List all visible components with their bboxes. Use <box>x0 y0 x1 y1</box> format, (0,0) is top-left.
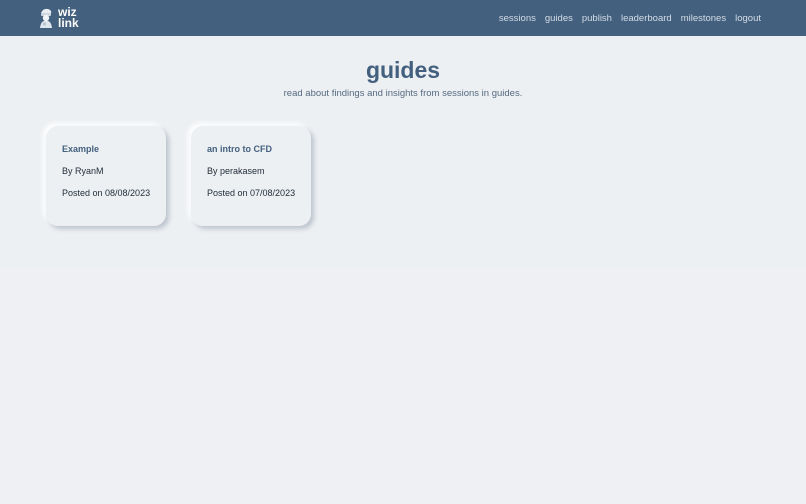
wizard-logo-icon <box>38 7 54 29</box>
navbar: wiz link sessions guides publish leaderb… <box>0 0 806 36</box>
guide-author: By perakasem <box>207 166 265 176</box>
brand-logo[interactable]: wiz link <box>38 6 79 30</box>
guide-date: Posted on 08/08/2023 <box>62 188 151 198</box>
page-subtitle: read about findings and insights from se… <box>283 88 523 99</box>
nav-link-sessions[interactable]: sessions <box>499 13 536 24</box>
guide-list: Example By RyanM Posted on 08/08/2023 an… <box>0 126 806 226</box>
main-content: guides read about findings and insights … <box>0 36 806 268</box>
nav-link-leaderboard[interactable]: leaderboard <box>621 13 672 24</box>
nav-link-milestones[interactable]: milestones <box>681 13 726 24</box>
brand-line-2: link <box>58 16 79 30</box>
page-background <box>0 268 806 504</box>
guide-author: By RyanM <box>62 166 104 176</box>
nav-menu: sessions guides publish leaderboard mile… <box>499 13 761 24</box>
guide-title[interactable]: Example <box>62 144 166 154</box>
page-title: guides <box>365 57 441 83</box>
nav-link-logout[interactable]: logout <box>735 13 761 24</box>
guide-card[interactable]: an intro to CFD By perakasem Posted on 0… <box>191 126 311 226</box>
nav-link-publish[interactable]: publish <box>582 13 612 24</box>
guide-date: Posted on 07/08/2023 <box>207 188 296 198</box>
nav-link-guides[interactable]: guides <box>545 13 573 24</box>
guide-title[interactable]: an intro to CFD <box>207 144 311 154</box>
guide-card[interactable]: Example By RyanM Posted on 08/08/2023 <box>46 126 166 226</box>
